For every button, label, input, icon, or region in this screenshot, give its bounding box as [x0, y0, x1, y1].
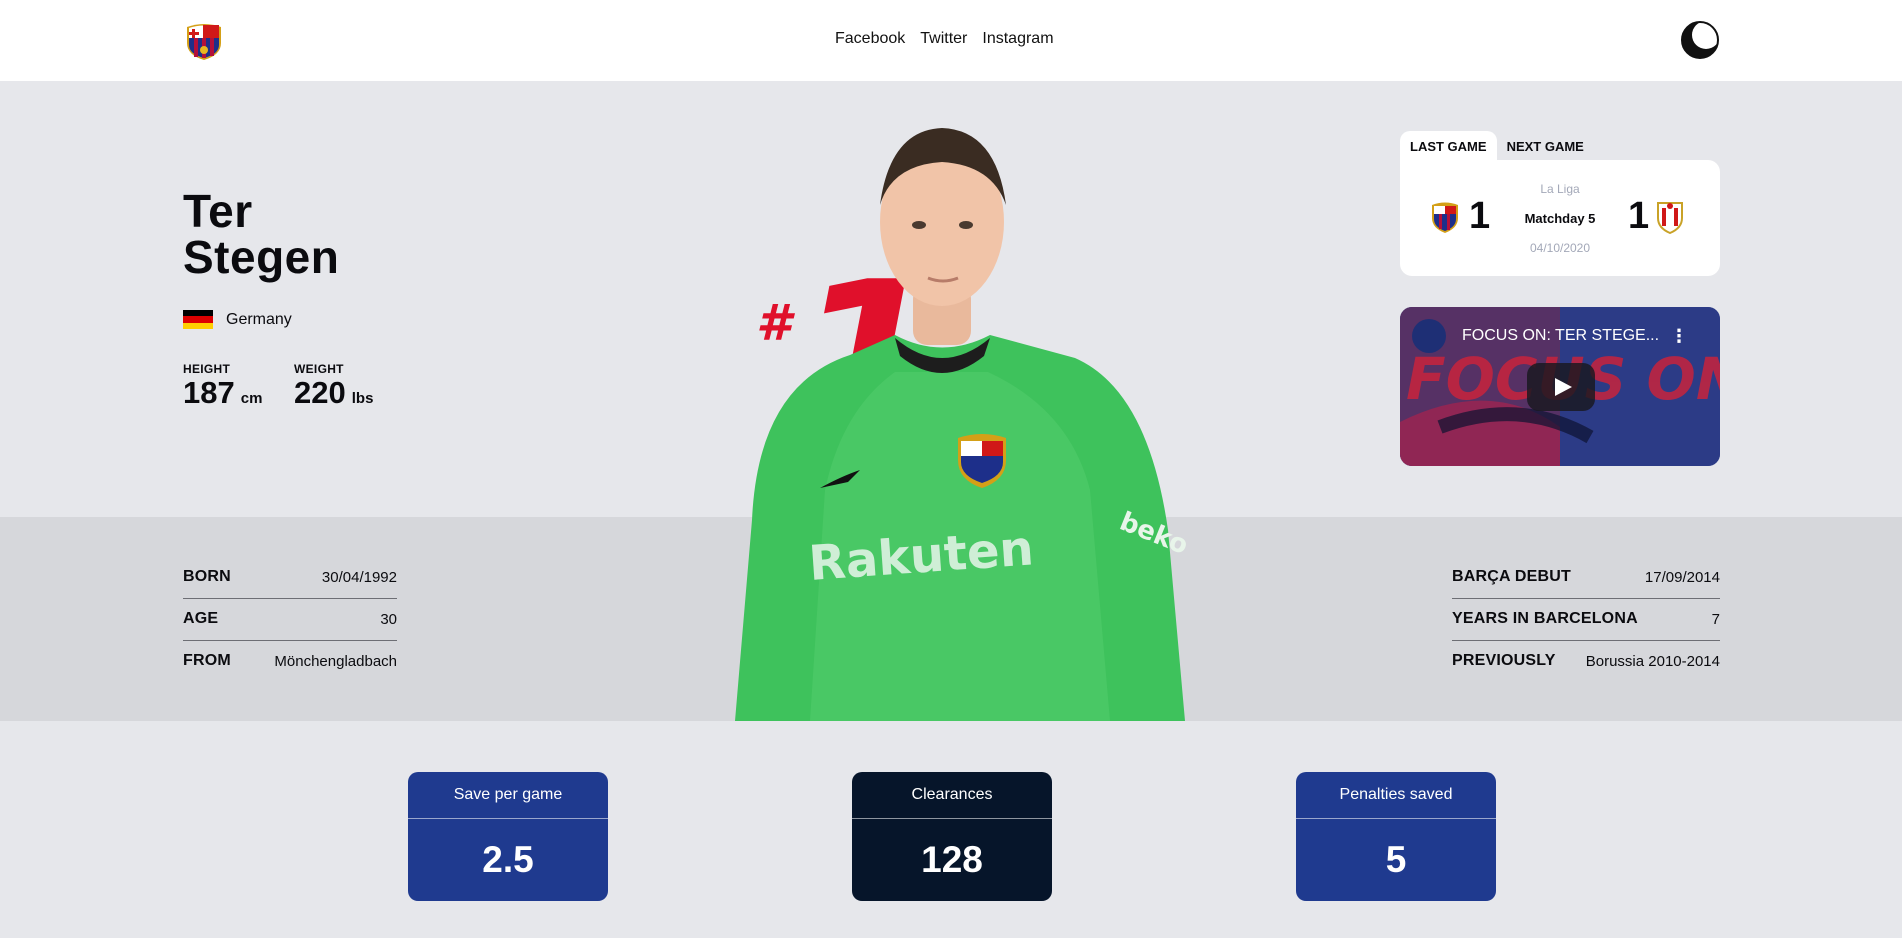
instagram-link[interactable]: Instagram	[982, 30, 1053, 48]
player-first-name: Ter	[183, 185, 253, 237]
dark-mode-toggle-icon[interactable]	[1680, 20, 1720, 60]
player-last-name: Stegen	[183, 231, 340, 283]
bio-row-born: BORN 30/04/1992	[183, 556, 397, 599]
player-name: Ter Stegen	[183, 188, 339, 280]
nationality: Germany	[183, 310, 292, 329]
height-unit: cm	[240, 390, 263, 407]
born-value: 30/04/1992	[321, 568, 397, 586]
competition-name: La Liga	[1540, 182, 1580, 196]
play-button[interactable]	[1527, 363, 1595, 411]
player-photo: # 1 beko Rakuten	[735, 128, 1192, 721]
video-title[interactable]: FOCUS ON: TER STEGE...	[1462, 327, 1659, 345]
height-value: 187 cm	[183, 376, 262, 416]
debut-label: BARÇA DEBUT	[1452, 568, 1571, 585]
video-embed[interactable]: FOCUS ON FOCUS ON: TER STEGE... ⋮	[1400, 307, 1720, 466]
stat-card-saves: Save per game 2.5	[408, 772, 608, 901]
stat-value: 5	[1385, 839, 1407, 880]
stat-card-clearances: Clearances 128	[852, 772, 1052, 901]
stat-label: Clearances	[852, 772, 1052, 819]
tab-last-game[interactable]: LAST GAME	[1400, 131, 1497, 160]
tab-next-game[interactable]: NEXT GAME	[1497, 131, 1594, 160]
age-label: AGE	[183, 610, 219, 627]
germany-flag-icon	[183, 310, 213, 329]
stat-label: Save per game	[408, 772, 608, 819]
weight-stat: WEIGHT 220 lbs	[294, 362, 373, 416]
weight-value: 220 lbs	[294, 376, 373, 416]
twitter-link[interactable]: Twitter	[920, 30, 967, 48]
match-tabs: LAST GAME NEXT GAME	[1400, 131, 1594, 160]
previously-label: PREVIOUSLY	[1452, 652, 1556, 669]
weight-label: WEIGHT	[294, 362, 344, 376]
from-label: FROM	[183, 652, 231, 669]
height-label: HEIGHT	[183, 362, 231, 376]
stat-value: 2.5	[482, 839, 534, 880]
away-score: 1	[1628, 195, 1650, 237]
play-icon	[1555, 378, 1572, 396]
bio-row-age: AGE 30	[183, 598, 397, 641]
weight-unit: lbs	[351, 390, 374, 407]
jersey-hash: #	[756, 294, 795, 352]
stat-value: 128	[921, 839, 983, 880]
site-header: Facebook Twitter Instagram	[0, 0, 1902, 81]
bio-row-previously: PREVIOUSLY Borussia 2010-2014	[1452, 640, 1720, 682]
bio-row-debut: BARÇA DEBUT 17/09/2014	[1452, 556, 1720, 599]
previously-value: Borussia 2010-2014	[1585, 652, 1720, 670]
born-label: BORN	[183, 568, 231, 585]
video-menu-icon[interactable]: ⋮	[1670, 327, 1688, 345]
facebook-link[interactable]: Facebook	[835, 30, 905, 48]
height-number: 187	[183, 375, 235, 410]
age-value: 30	[380, 610, 397, 628]
stat-card-penalties: Penalties saved 5	[1296, 772, 1496, 901]
fc-barcelona-crest-icon[interactable]	[183, 19, 225, 61]
weight-number: 220	[294, 375, 346, 410]
from-value: Mönchengladbach	[274, 652, 397, 670]
bio-row-years: YEARS IN BARCELONA 7	[1452, 598, 1720, 641]
match-card: 1 La Liga Matchday 5 04/10/2020 1	[1400, 160, 1720, 276]
bio-row-from: FROM Mönchengladbach	[183, 640, 397, 682]
years-label: YEARS IN BARCELONA	[1452, 610, 1638, 627]
channel-avatar-icon[interactable]	[1412, 319, 1446, 353]
height-stat: HEIGHT 187 cm	[183, 362, 262, 416]
country-name: Germany	[226, 310, 292, 328]
match-date: 04/10/2020	[1529, 241, 1591, 255]
debut-value: 17/09/2014	[1644, 568, 1720, 586]
social-links: Facebook Twitter Instagram	[835, 30, 1054, 48]
years-value: 7	[1711, 610, 1720, 628]
stat-label: Penalties saved	[1296, 772, 1496, 819]
away-team-crest-icon	[1657, 202, 1683, 234]
